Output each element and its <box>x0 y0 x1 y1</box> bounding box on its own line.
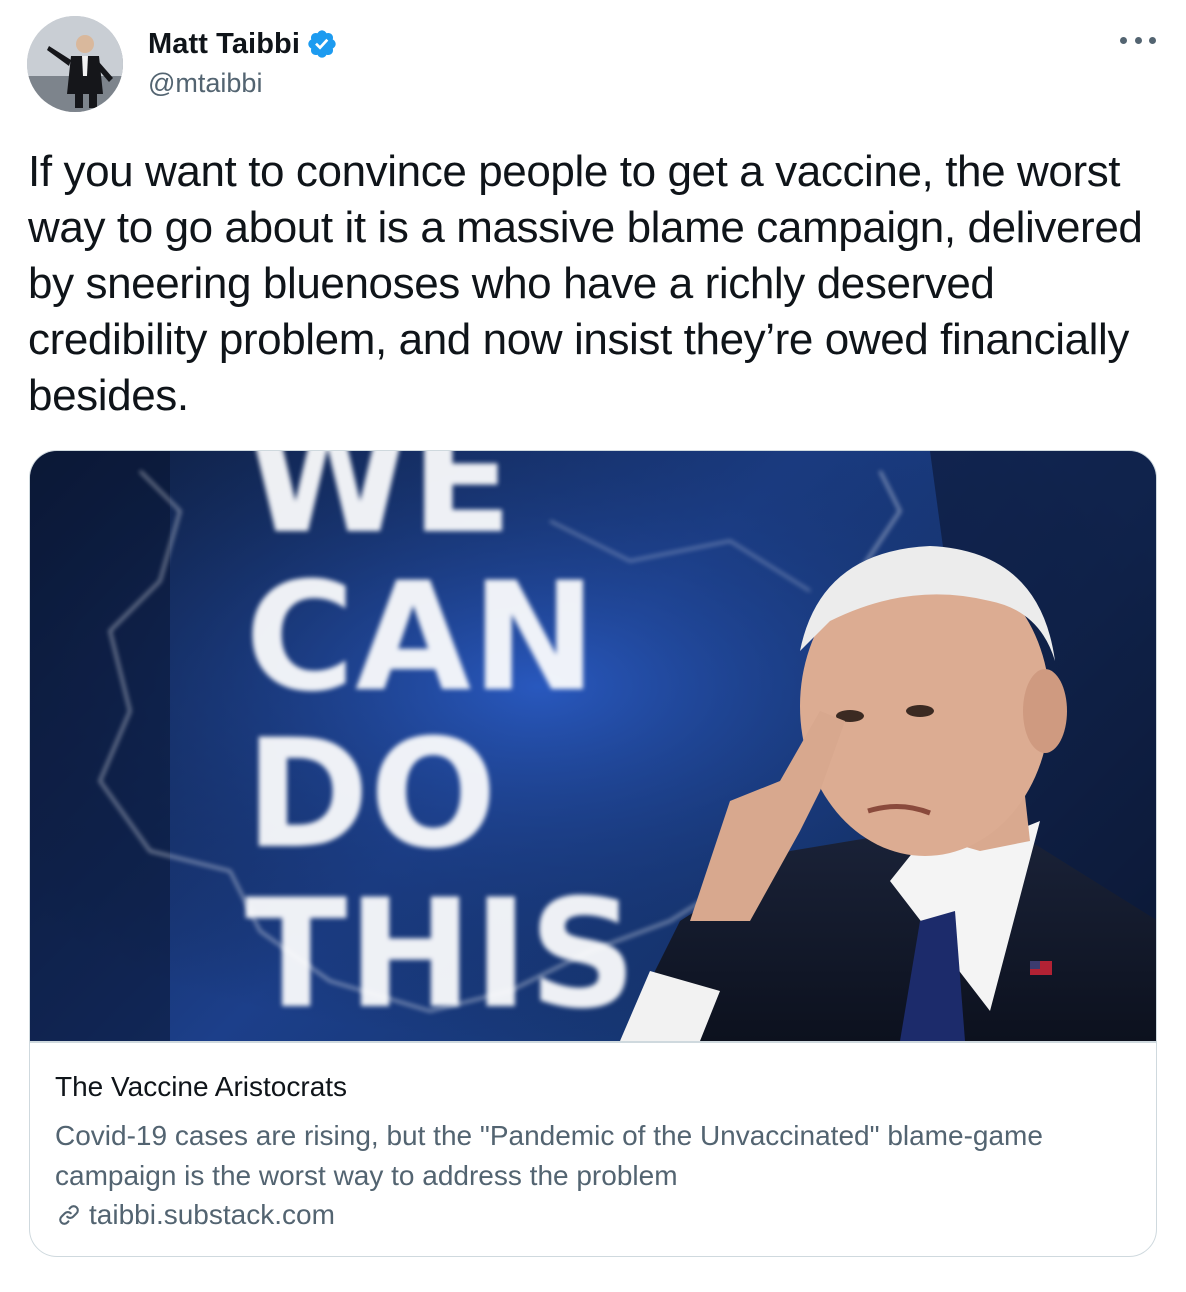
author-display-name[interactable]: Matt Taibbi <box>148 28 300 61</box>
author-avatar[interactable] <box>27 16 123 112</box>
card-domain-text: taibbi.substack.com <box>89 1199 335 1230</box>
more-dot <box>1120 36 1127 44</box>
avatar-photo <box>27 16 123 112</box>
card-description: Covid-19 cases are rising, but the "Pand… <box>55 1120 1043 1191</box>
more-dot <box>1149 36 1156 44</box>
card-photo: WE CAN DO THIS <box>30 451 1156 1041</box>
card-domain-link[interactable]: taibbi.substack.com <box>55 1199 335 1231</box>
author-handle[interactable]: @mtaibbi <box>148 68 262 99</box>
author-name-row: Matt Taibbi <box>148 24 338 64</box>
more-options-icon[interactable] <box>1120 30 1156 50</box>
card-image: WE CAN DO THIS <box>30 451 1156 1041</box>
sign-line-2: CAN <box>245 551 597 725</box>
card-title[interactable]: The Vaccine Aristocrats <box>55 1071 347 1103</box>
link-preview-card[interactable]: WE CAN DO THIS The Vaccine Aristocrats C… <box>29 450 1157 1257</box>
more-dot <box>1134 36 1142 44</box>
link-icon <box>59 1205 79 1225</box>
tweet-text: If you want to convince people to get a … <box>28 147 1155 420</box>
sign-line-4: THIS <box>245 868 637 1041</box>
verified-badge-icon <box>306 28 338 60</box>
sign-line-3: DO <box>245 708 497 882</box>
card-divider <box>30 1041 1156 1043</box>
sign-line-1: WE <box>245 451 513 567</box>
